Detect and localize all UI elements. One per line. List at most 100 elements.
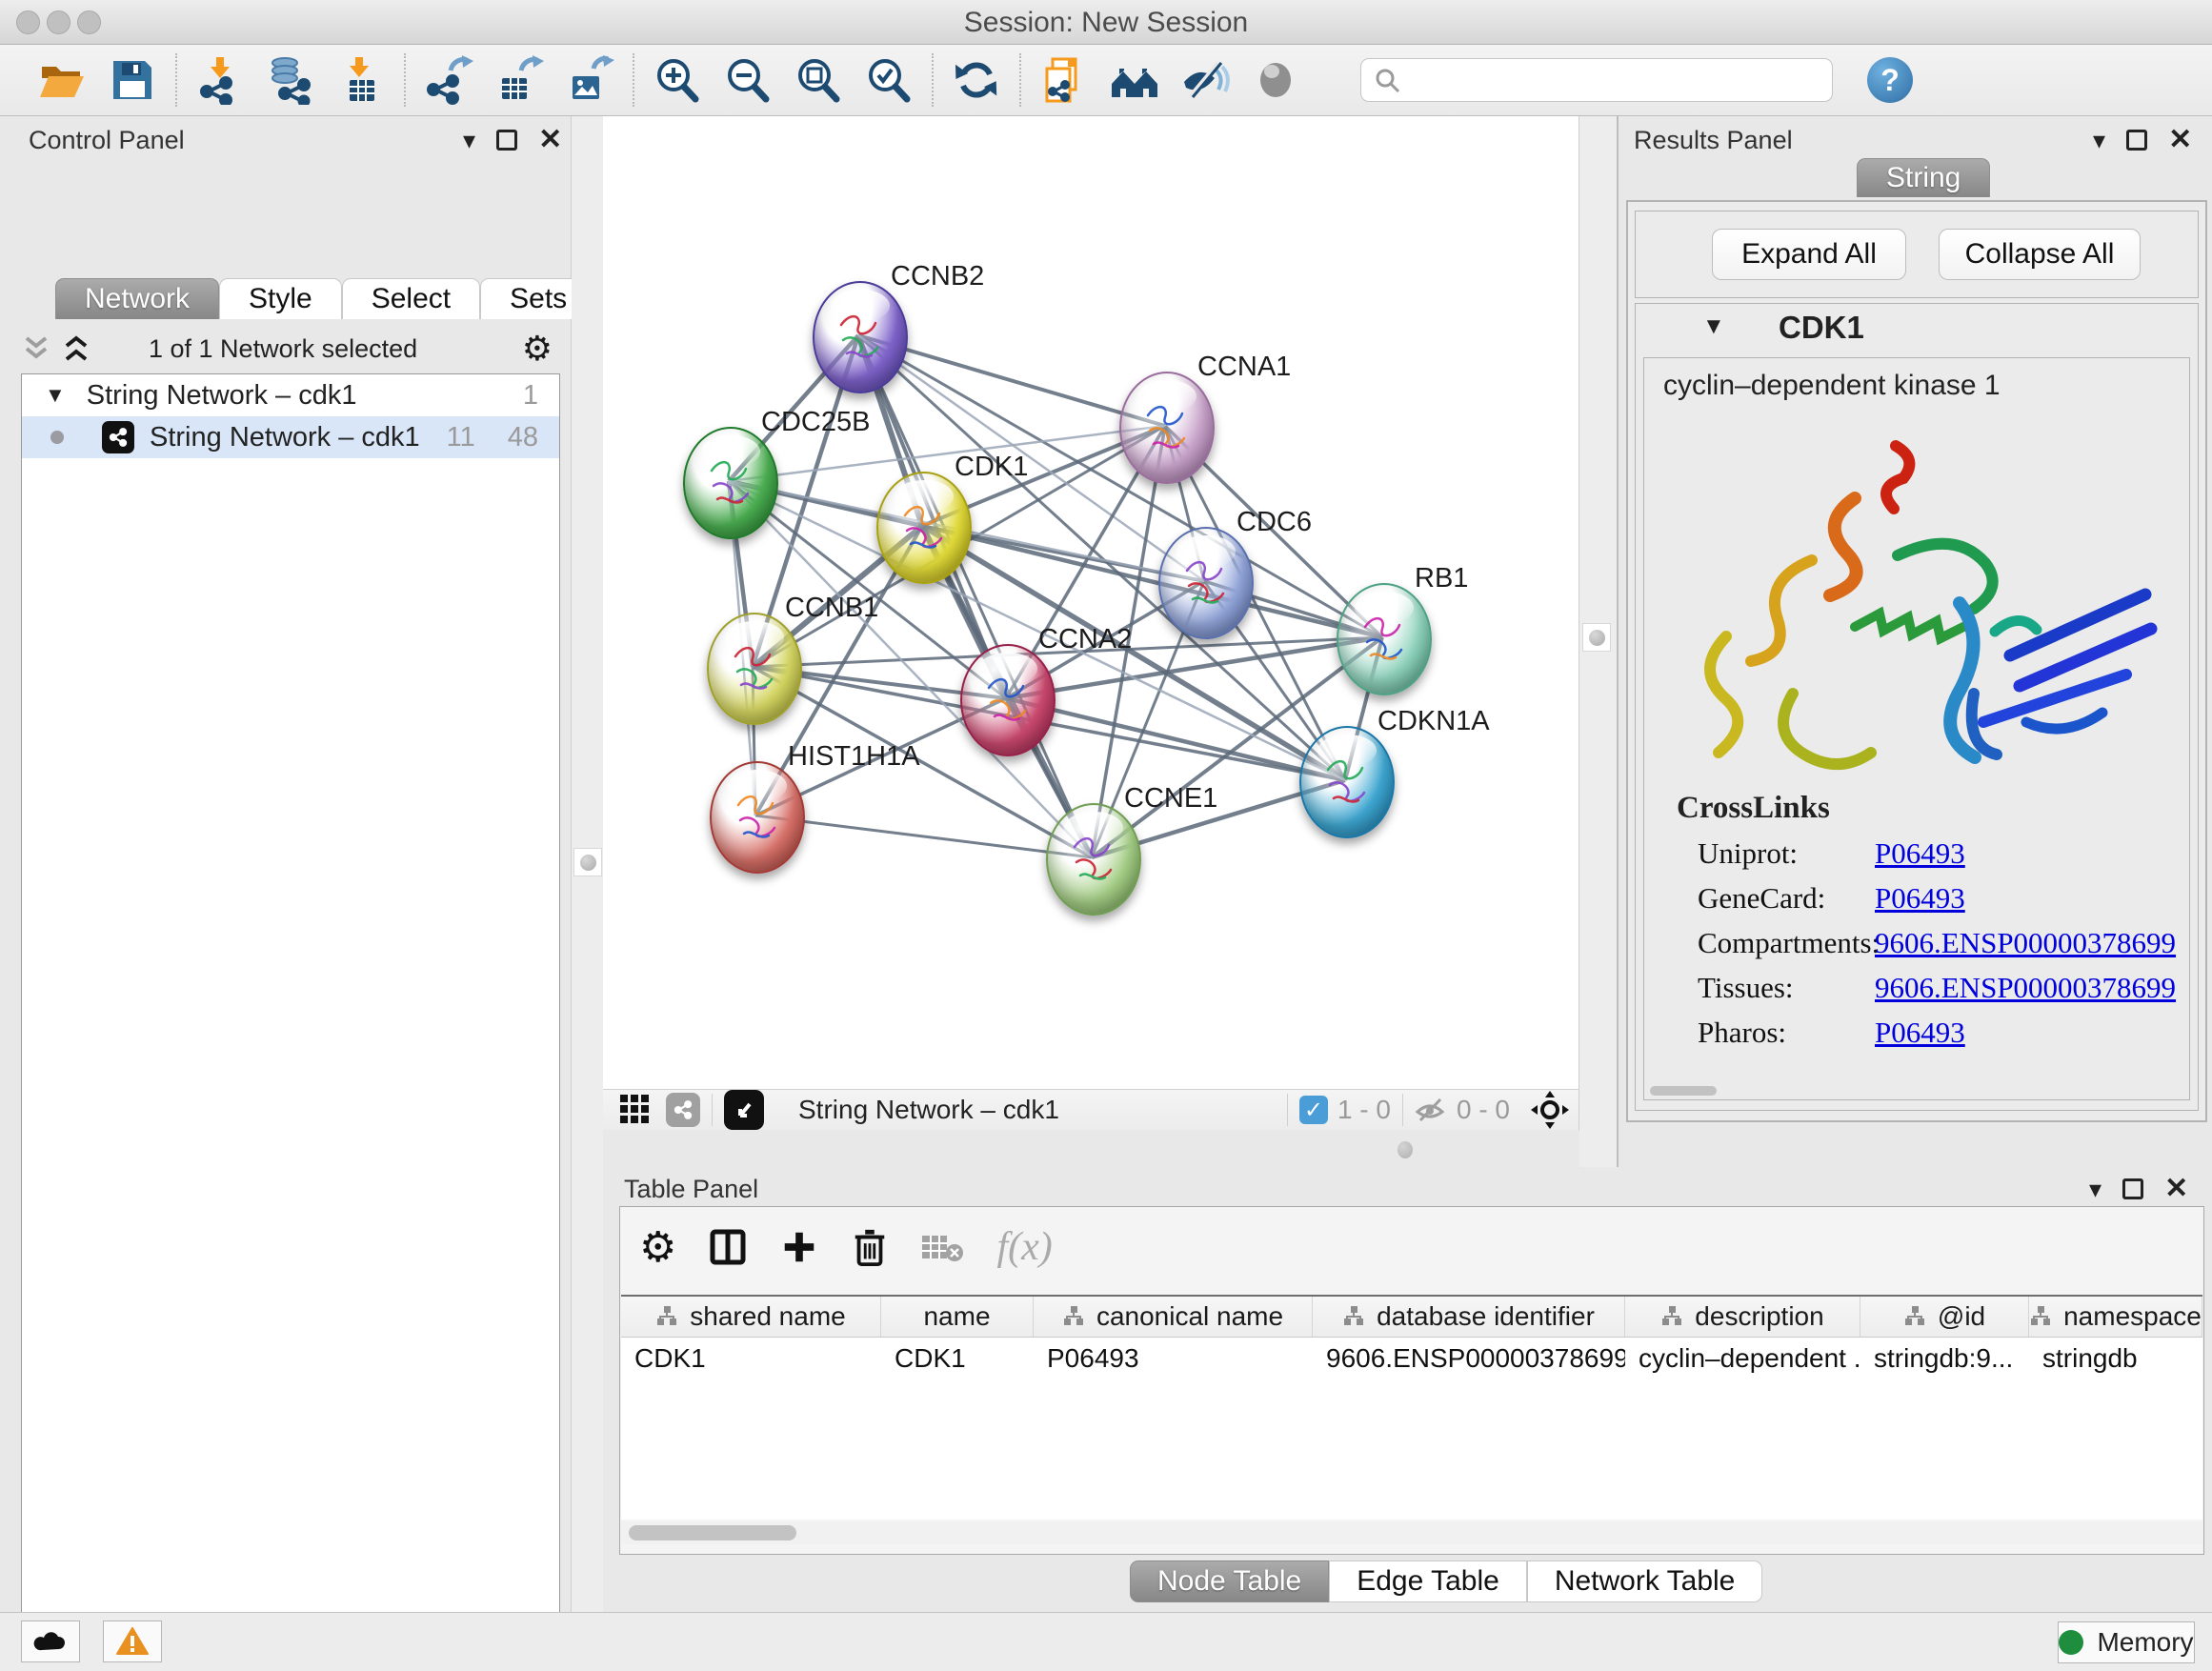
panel-menu-icon[interactable]: ▾: [2093, 128, 2105, 152]
tab-select[interactable]: Select: [342, 278, 480, 319]
network-row[interactable]: String Network – cdk1 11 48: [22, 416, 559, 458]
show-all-button[interactable]: [1240, 50, 1311, 110]
column-header-database-identifier[interactable]: database identifier: [1313, 1297, 1625, 1337]
network-node-rb1[interactable]: [1337, 583, 1432, 695]
network-node-ccnb2[interactable]: [813, 281, 908, 393]
open-in-window-button[interactable]: [724, 1090, 764, 1130]
network-node-ccne1[interactable]: [1046, 803, 1141, 916]
tab-node-table[interactable]: Node Table: [1130, 1560, 1329, 1602]
results-hscroll-thumb[interactable]: [1650, 1086, 1717, 1096]
table-splitter-handle[interactable]: [1398, 1141, 1413, 1158]
tab-network-table[interactable]: Network Table: [1527, 1560, 1763, 1602]
network-edge[interactable]: [858, 335, 1092, 857]
panel-menu-icon[interactable]: ▾: [463, 128, 475, 152]
zoom-selected-button[interactable]: [854, 50, 924, 110]
expand-all-button[interactable]: Expand All: [1712, 229, 1906, 280]
memory-button[interactable]: Memory: [2058, 1621, 2195, 1663]
table-cell[interactable]: cyclin–dependent ...: [1625, 1338, 1860, 1379]
selected-checkbox[interactable]: ✓: [1299, 1096, 1328, 1124]
delete-column-icon[interactable]: [850, 1226, 890, 1268]
network-edge[interactable]: [755, 815, 1092, 857]
left-splitter-handle[interactable]: [573, 848, 602, 876]
table-cell[interactable]: CDK1: [621, 1338, 881, 1379]
column-header-canonical-name[interactable]: canonical name: [1034, 1297, 1313, 1337]
table-cell[interactable]: 9606.ENSP00000378699: [1313, 1338, 1625, 1379]
panel-close-icon[interactable]: ✕: [2168, 128, 2192, 152]
panel-float-icon[interactable]: [496, 130, 517, 151]
network-edge[interactable]: [922, 526, 1382, 637]
import-table-button[interactable]: [326, 50, 396, 110]
crosslink-link[interactable]: P06493: [1875, 1016, 1965, 1050]
table-hscrollbar[interactable]: [621, 1521, 2202, 1544]
network-canvas[interactable]: CCNB2 CCNA1 CDC25B CDK1 CDC6: [603, 116, 1579, 1089]
add-column-icon[interactable]: [779, 1227, 819, 1267]
tab-style[interactable]: Style: [219, 278, 342, 319]
table-cell[interactable]: CDK1: [881, 1338, 1034, 1379]
zoom-out-button[interactable]: [713, 50, 783, 110]
panel-float-icon[interactable]: [2122, 1178, 2143, 1199]
crosslink-link[interactable]: P06493: [1875, 881, 1965, 916]
help-button[interactable]: ?: [1867, 57, 1913, 103]
column-header-name[interactable]: name: [881, 1297, 1034, 1337]
fit-content-crosshair-icon[interactable]: [1531, 1091, 1569, 1129]
column-header--id[interactable]: @id: [1860, 1297, 2029, 1337]
tab-network[interactable]: Network: [55, 278, 219, 319]
crosslink-link[interactable]: 9606.ENSP00000378699: [1875, 926, 2176, 960]
export-image-button[interactable]: [554, 50, 625, 110]
hidden-eye-icon[interactable]: [1415, 1096, 1447, 1124]
tree-expander-icon[interactable]: ▼: [45, 383, 66, 408]
column-header-namespace[interactable]: namespace: [2029, 1297, 2202, 1337]
expand-all-icon[interactable]: [61, 334, 91, 363]
table-settings-gear-icon[interactable]: ⚙: [639, 1223, 676, 1272]
apply-layout-button[interactable]: [941, 50, 1012, 110]
network-type-icon[interactable]: [666, 1093, 700, 1127]
warnings-button[interactable]: [103, 1621, 162, 1662]
panel-menu-icon[interactable]: ▾: [2089, 1177, 2101, 1201]
table-hscroll-thumb[interactable]: [629, 1525, 796, 1540]
column-header-description[interactable]: description: [1625, 1297, 1860, 1337]
table-cell[interactable]: stringdb: [2029, 1338, 2202, 1379]
panel-float-icon[interactable]: [2126, 130, 2147, 151]
first-neighbors-button[interactable]: [1099, 50, 1170, 110]
table-cell[interactable]: stringdb:9...: [1860, 1338, 2029, 1379]
hide-selected-button[interactable]: [1170, 50, 1240, 110]
right-splitter-handle[interactable]: [1582, 623, 1611, 652]
tab-edge-table[interactable]: Edge Table: [1329, 1560, 1527, 1602]
network-node-cdkn1a[interactable]: [1299, 726, 1395, 838]
save-session-button[interactable]: [97, 50, 168, 110]
zoom-in-button[interactable]: [642, 50, 713, 110]
search-input[interactable]: [1360, 58, 1833, 102]
open-session-button[interactable]: [27, 50, 97, 110]
network-collection-row[interactable]: ▼ String Network – cdk1 1: [22, 374, 559, 416]
column-header-shared-name[interactable]: shared name: [621, 1297, 881, 1337]
collapse-all-button[interactable]: Collapse All: [1939, 229, 2141, 280]
section-expander-icon[interactable]: ▼: [1702, 313, 1725, 340]
network-node-hist1h1a[interactable]: [710, 761, 805, 874]
network-node-ccna2[interactable]: [960, 644, 1056, 756]
right-splitter[interactable]: [1579, 116, 1617, 1167]
birdseye-grid-icon[interactable]: [618, 1093, 653, 1127]
network-node-cdk1[interactable]: [876, 472, 972, 584]
export-table-button[interactable]: [484, 50, 554, 110]
table-row[interactable]: CDK1CDK1P064939606.ENSP00000378699cyclin…: [621, 1338, 2202, 1379]
crosslink-link[interactable]: P06493: [1875, 836, 1965, 871]
tab-string[interactable]: String: [1857, 158, 1990, 197]
cloud-status-button[interactable]: [21, 1621, 80, 1662]
network-node-ccna1[interactable]: [1119, 372, 1215, 484]
left-splitter[interactable]: [572, 116, 603, 1620]
export-network-button[interactable]: [413, 50, 484, 110]
duplicate-network-view-button[interactable]: [1029, 50, 1099, 110]
panel-close-icon[interactable]: ✕: [538, 128, 562, 152]
network-node-cdc6[interactable]: [1158, 527, 1254, 639]
crosslink-link[interactable]: 9606.ENSP00000378699: [1875, 971, 2176, 1005]
network-node-cdc25b[interactable]: [683, 427, 778, 539]
network-list-gear-icon[interactable]: ⚙: [522, 332, 553, 366]
table-cell[interactable]: P06493: [1034, 1338, 1313, 1379]
show-columns-icon[interactable]: [707, 1226, 749, 1268]
collapse-all-icon[interactable]: [21, 334, 51, 363]
zoom-fit-button[interactable]: [783, 50, 854, 110]
import-network-button[interactable]: [185, 50, 255, 110]
panel-close-icon[interactable]: ✕: [2164, 1177, 2188, 1201]
network-node-ccnb1[interactable]: [707, 613, 802, 725]
import-network-from-database-button[interactable]: [255, 50, 326, 110]
